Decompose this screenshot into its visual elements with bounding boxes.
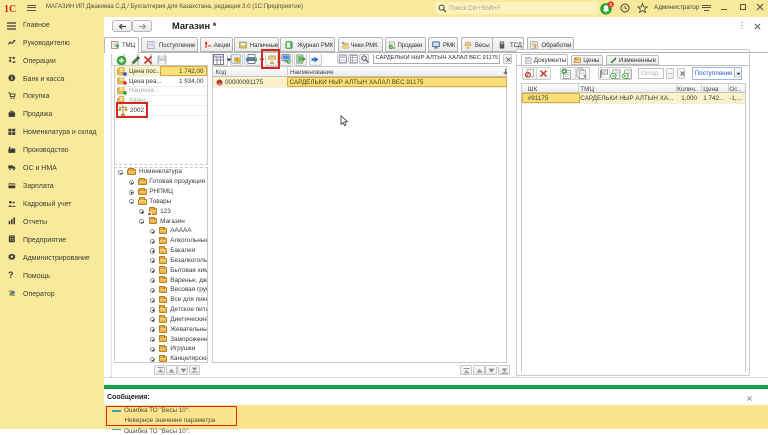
svg-text:1С: 1С — [4, 4, 16, 14]
svg-text:1: 1 — [609, 2, 612, 8]
